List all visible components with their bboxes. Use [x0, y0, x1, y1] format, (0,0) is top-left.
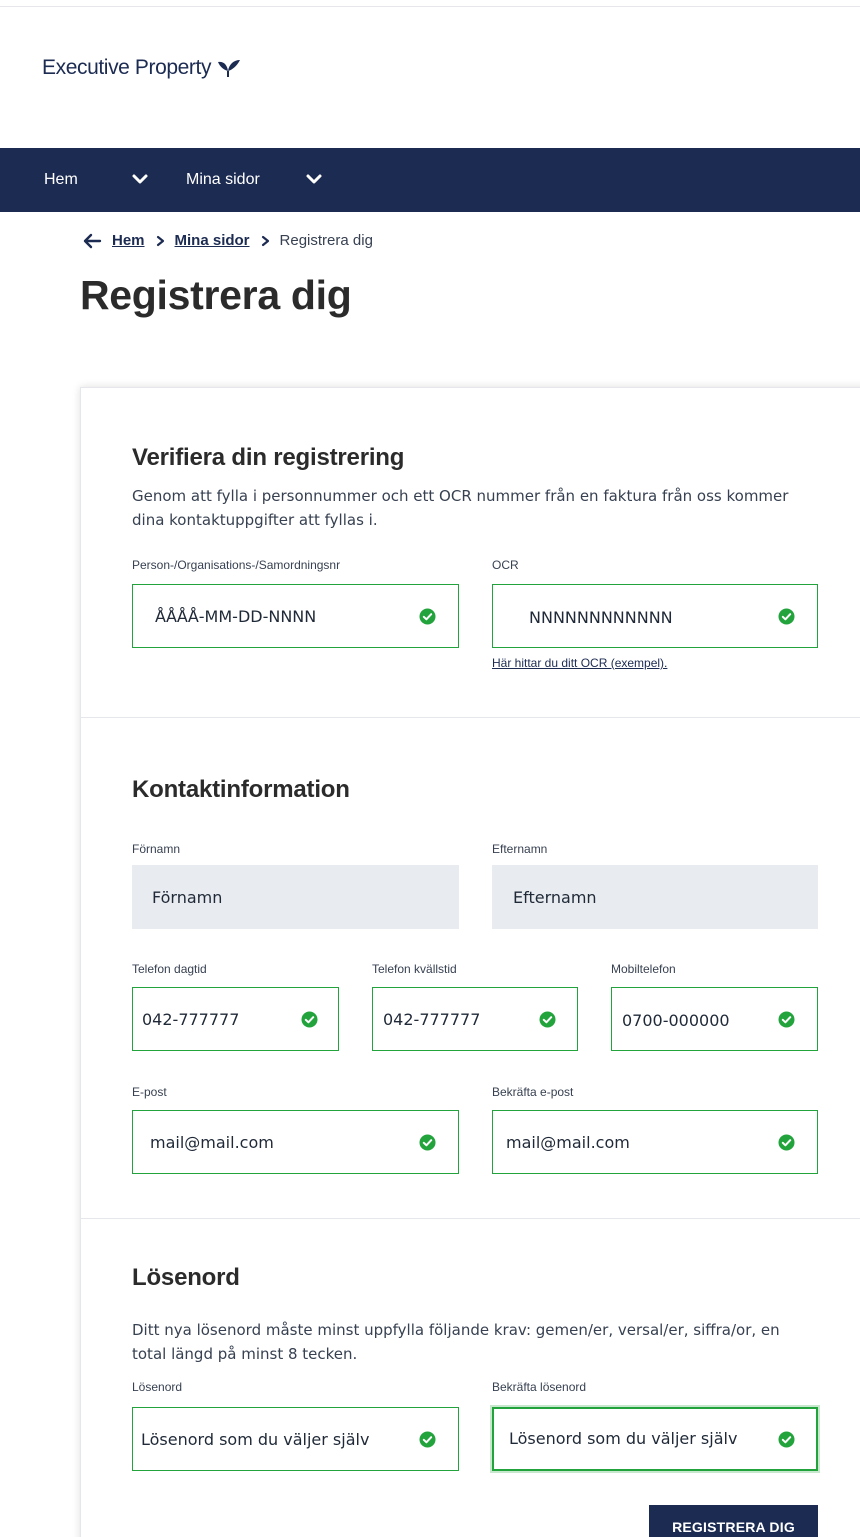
password-value: Lösenord som du väljer själv [141, 1429, 370, 1449]
email-confirm-input[interactable]: mail@mail.com [492, 1110, 818, 1174]
brand-logo[interactable]: Executive Property [42, 56, 242, 80]
firstname-label: Förnamn [132, 842, 181, 856]
lastname-value: Efternamn [513, 888, 597, 907]
phone-evening-value: 042-777777 [383, 1009, 481, 1029]
check-circle-icon [778, 1134, 795, 1151]
check-circle-icon [301, 1011, 318, 1028]
phone-day-input[interactable]: 042-777777 [132, 987, 339, 1051]
section-divider [81, 1218, 860, 1219]
contact-section-title: Kontaktinformation [132, 776, 350, 803]
verify-section-title: Verifiera din registrering [132, 444, 405, 471]
phone-evening-label: Telefon kvällstid [372, 962, 457, 976]
email-confirm-label: Bekräfta e-post [492, 1085, 574, 1099]
phone-day-label: Telefon dagtid [132, 962, 207, 976]
check-circle-icon [419, 1134, 436, 1151]
email-label: E-post [132, 1085, 167, 1099]
top-divider [0, 6, 860, 7]
mobile-input[interactable]: 0700-000000 [611, 987, 818, 1051]
arrow-left-icon[interactable] [82, 233, 102, 249]
section-divider [81, 717, 860, 718]
breadcrumb-current: Registrera dig [279, 232, 373, 249]
password-input[interactable]: Lösenord som du väljer själv [132, 1407, 459, 1471]
personnr-label: Person-/Organisations-/Samordningsnr [132, 558, 341, 572]
password-section-title: Lösenord [132, 1264, 240, 1291]
firstname-input: Förnamn [132, 865, 459, 929]
password-confirm-value: Lösenord som du väljer själv [509, 1429, 738, 1448]
email-value: mail@mail.com [150, 1132, 274, 1152]
chevron-down-icon[interactable] [305, 173, 323, 187]
lastname-label: Efternamn [492, 842, 548, 856]
check-circle-icon [778, 1431, 795, 1448]
nav-item-mina-sidor[interactable]: Mina sidor [186, 148, 260, 212]
lastname-input: Efternamn [492, 865, 818, 929]
check-circle-icon [539, 1011, 556, 1028]
ocr-value: NNNNNNNNNNNN [529, 608, 673, 627]
verify-section-description: Genom att fylla i personnummer och ett O… [132, 487, 789, 529]
personnr-value: ÅÅÅÅ-MM-DD-NNNN [155, 606, 317, 626]
email-input[interactable]: mail@mail.com [132, 1110, 459, 1174]
breadcrumb-link-hem[interactable]: Hem [112, 232, 145, 249]
nav-item-hem[interactable]: Hem [44, 148, 78, 212]
ocr-help-link[interactable]: Här hittar du ditt OCR (exempel). [492, 656, 667, 670]
registration-form: Verifiera din registrering Genom att fyl… [80, 387, 860, 1537]
register-button[interactable]: REGISTRERA DIG [649, 1505, 818, 1537]
phone-evening-input[interactable]: 042-777777 [372, 987, 578, 1051]
check-circle-icon [778, 1011, 795, 1028]
check-circle-icon [419, 608, 436, 625]
password-confirm-label: Bekräfta lösenord [492, 1380, 587, 1394]
brand-name: Executive Property [42, 56, 212, 79]
password-confirm-input[interactable]: Lösenord som du väljer själv [492, 1407, 818, 1471]
email-confirm-value: mail@mail.com [506, 1132, 630, 1152]
chevron-down-icon[interactable] [131, 173, 149, 187]
chevron-right-icon [156, 235, 164, 246]
password-label: Lösenord [132, 1380, 183, 1394]
check-circle-icon [419, 1431, 436, 1448]
breadcrumb: Hem Mina sidor Registrera dig [82, 232, 373, 249]
ocr-label: OCR [492, 558, 519, 572]
mobile-label: Mobiltelefon [611, 962, 676, 976]
bird-leaf-logo-icon [218, 60, 241, 77]
mobile-value: 0700-000000 [622, 1011, 730, 1030]
nav-item-label: Mina sidor [186, 171, 260, 188]
nav-item-label: Hem [44, 171, 78, 188]
breadcrumb-link-mina-sidor[interactable]: Mina sidor [175, 232, 250, 249]
password-section-description: Ditt nya lösenord måste minst uppfylla f… [132, 1321, 780, 1363]
ocr-input[interactable]: NNNNNNNNNNNN [492, 584, 818, 648]
chevron-right-icon [261, 235, 269, 246]
check-circle-icon [778, 608, 795, 625]
firstname-value: Förnamn [152, 887, 223, 907]
personnr-input[interactable]: ÅÅÅÅ-MM-DD-NNNN [132, 584, 459, 648]
phone-day-value: 042-777777 [142, 1009, 240, 1029]
page-title: Registrera dig [80, 272, 352, 318]
main-navigation: Hem Mina sidor [0, 148, 860, 212]
